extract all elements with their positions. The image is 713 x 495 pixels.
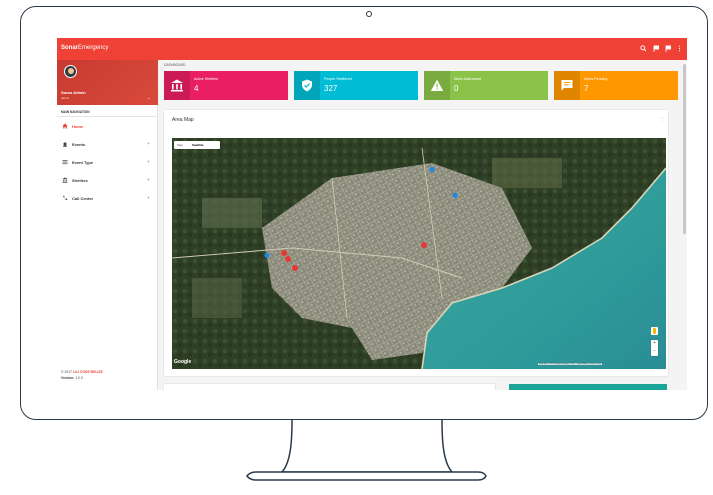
bottom-right-card bbox=[509, 384, 667, 390]
top-bar: SonarEmergency bbox=[57, 38, 687, 60]
user-name: Sonar Admin bbox=[61, 90, 86, 95]
expand-icon[interactable]: + bbox=[147, 141, 150, 146]
more-vert-icon[interactable]: ⋮ bbox=[660, 116, 664, 121]
card-label: People Sheltered bbox=[324, 77, 352, 81]
sidebar-item-label: Call Center bbox=[72, 195, 94, 201]
area-map-card: Area Map ⋮ Map Satellite Google Map data… bbox=[164, 110, 668, 376]
alarm-icon bbox=[62, 141, 68, 147]
divider bbox=[57, 116, 158, 117]
card-alerts-pending[interactable]: Alerts Pending 7 bbox=[554, 71, 678, 100]
version: Version: 1.0.0 bbox=[61, 376, 83, 380]
sidebar-item-home[interactable]: Home bbox=[57, 120, 158, 132]
user-panel: Sonar Admin admin ⌄ bbox=[57, 60, 158, 105]
card-value: 327 bbox=[324, 84, 338, 93]
home-icon bbox=[62, 123, 68, 129]
expand-icon[interactable]: + bbox=[147, 159, 150, 164]
satellite-map[interactable]: Map Satellite Google Map data ©2017 Goog… bbox=[172, 138, 666, 369]
card-alerts-addressed[interactable]: Alerts Addressed 0 bbox=[424, 71, 548, 100]
message-alert-icon bbox=[560, 79, 574, 92]
card-value: 7 bbox=[584, 84, 589, 93]
sidebar-item-event-type[interactable]: Event Type + bbox=[57, 156, 158, 168]
breadcrumb: DASHBOARD bbox=[164, 63, 186, 67]
map-title: Area Map bbox=[172, 117, 194, 123]
card-label: Alerts Addressed bbox=[454, 77, 482, 81]
sidebar-item-label: Shelters bbox=[72, 177, 88, 183]
user-role: admin bbox=[61, 96, 70, 100]
bank-icon bbox=[170, 79, 184, 92]
copyright: © 2017 LILI CODE BELIZE bbox=[61, 370, 103, 374]
map-type-control: Map Satellite bbox=[174, 141, 220, 149]
card-icon-box bbox=[424, 71, 450, 100]
card-icon-box bbox=[294, 71, 320, 100]
camera-icon bbox=[366, 11, 372, 17]
stage: SonarEmergency Sonar Admin admin ⌄ MAIN bbox=[0, 0, 713, 495]
sidebar-item-shelters[interactable]: Shelters + bbox=[57, 174, 158, 186]
card-icon-box bbox=[554, 71, 580, 100]
list-icon bbox=[62, 159, 68, 165]
map-attribution[interactable]: Map data ©2017 Google Imagery ©2017 , Di… bbox=[538, 363, 603, 365]
sidebar-item-call-center[interactable]: Call Center + bbox=[57, 192, 158, 204]
avatar[interactable] bbox=[64, 65, 77, 78]
app-screen: SonarEmergency Sonar Admin admin ⌄ MAIN bbox=[57, 38, 687, 390]
chevron-down-icon[interactable]: ⌄ bbox=[147, 95, 150, 100]
phone-icon bbox=[62, 195, 68, 201]
nav-heading: MAIN NAVIGATION bbox=[61, 110, 90, 114]
search-icon[interactable] bbox=[639, 44, 648, 53]
bottom-left-card bbox=[164, 384, 495, 390]
warning-icon bbox=[430, 79, 444, 92]
expand-icon[interactable]: + bbox=[147, 177, 150, 182]
flag-icon[interactable] bbox=[652, 44, 661, 53]
card-label: Alerts Pending bbox=[584, 77, 608, 81]
card-value: 0 bbox=[454, 84, 459, 93]
satellite-imagery bbox=[172, 138, 666, 369]
sidebar-item-label: Event Type bbox=[72, 159, 94, 165]
zoom-in-button[interactable]: + bbox=[651, 340, 658, 347]
card-active-shelters[interactable]: Active Shelters 4 bbox=[164, 71, 288, 100]
expand-icon[interactable]: + bbox=[147, 195, 150, 200]
sidebar: Sonar Admin admin ⌄ MAIN NAVIGATION Home… bbox=[57, 60, 158, 390]
pegman-icon[interactable] bbox=[651, 327, 658, 335]
sidebar-item-label: Events bbox=[72, 141, 86, 147]
verified-shield-icon bbox=[300, 79, 314, 92]
flag-icon[interactable] bbox=[664, 44, 673, 53]
map-type-satellite[interactable]: Satellite bbox=[192, 143, 204, 147]
map-type-map[interactable]: Map bbox=[177, 143, 183, 147]
more-vert-icon[interactable] bbox=[675, 44, 684, 53]
copyright-link[interactable]: LILI CODE BELIZE bbox=[73, 370, 103, 374]
zoom-control: + − bbox=[651, 340, 658, 356]
bank-icon bbox=[62, 177, 68, 183]
sidebar-item-label: Home bbox=[72, 123, 84, 129]
card-label: Active Shelters bbox=[194, 77, 218, 81]
scrollbar[interactable] bbox=[683, 64, 686, 234]
zoom-out-button[interactable]: − bbox=[651, 348, 658, 355]
brand-logo[interactable]: SonarEmergency bbox=[61, 45, 108, 51]
card-icon-box bbox=[164, 71, 190, 100]
card-people-sheltered[interactable]: People Sheltered 327 bbox=[294, 71, 418, 100]
card-value: 4 bbox=[194, 84, 199, 93]
sidebar-item-events[interactable]: Events + bbox=[57, 138, 158, 150]
google-logo: Google bbox=[174, 359, 192, 365]
